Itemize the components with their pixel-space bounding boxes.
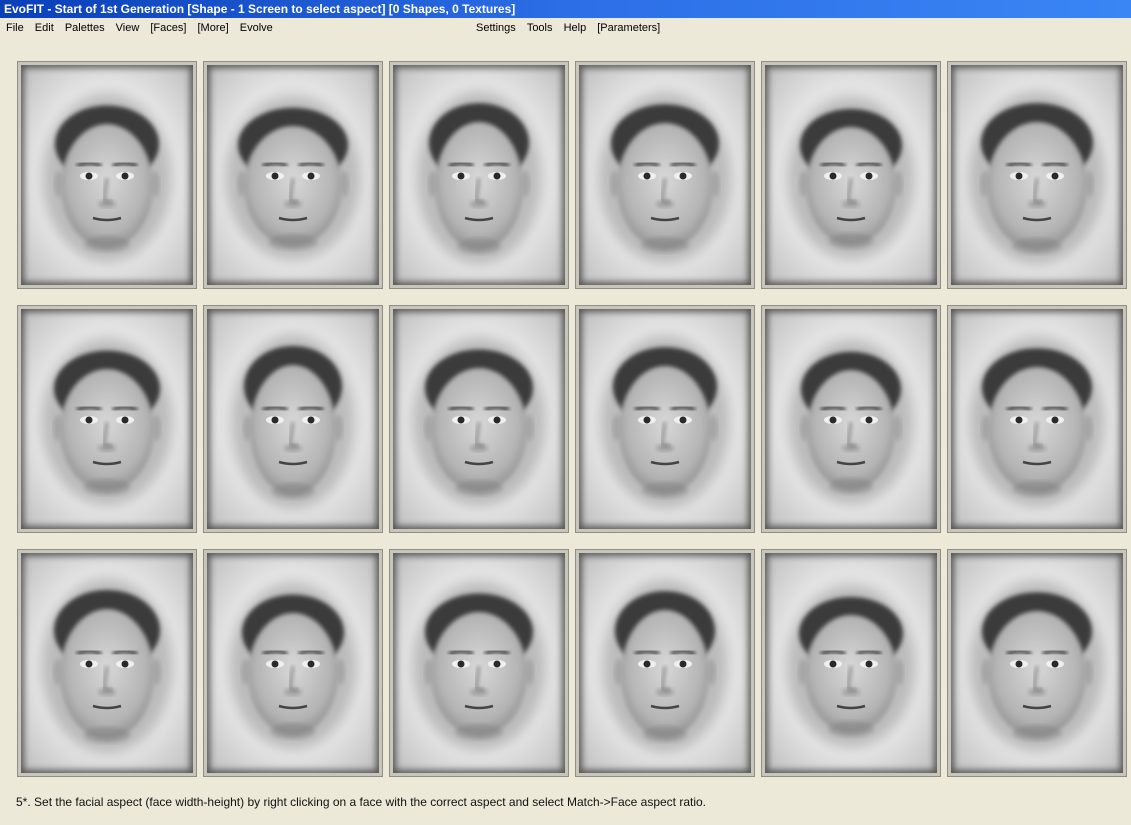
face-image bbox=[969, 92, 1105, 264]
face-image bbox=[417, 92, 541, 264]
menu-view[interactable]: View bbox=[116, 18, 140, 38]
face-image bbox=[788, 97, 914, 259]
face-tile-r3-c3[interactable] bbox=[389, 549, 569, 777]
menu-more[interactable]: [More] bbox=[198, 18, 229, 38]
face-image bbox=[599, 93, 731, 263]
menu-settings[interactable]: Settings bbox=[476, 18, 516, 38]
menu-faces[interactable]: [Faces] bbox=[150, 18, 186, 38]
face-image bbox=[601, 336, 729, 508]
face-tile-r2-c1[interactable] bbox=[17, 305, 197, 533]
face-tile-r2-c3[interactable] bbox=[389, 305, 569, 533]
menu-bar: File Edit Palettes View [Faces] [More] E… bbox=[0, 18, 1131, 38]
face-image bbox=[42, 579, 172, 753]
menu-right-group: Settings Tools Help [Parameters] bbox=[476, 18, 668, 38]
face-tile-r1-c5[interactable] bbox=[761, 61, 941, 289]
face-image bbox=[970, 337, 1104, 507]
face-tile-r2-c2[interactable] bbox=[203, 305, 383, 533]
menu-left-group: File Edit Palettes View [Faces] [More] E… bbox=[6, 18, 281, 38]
face-tile-r1-c6[interactable] bbox=[947, 61, 1127, 289]
face-tile-r1-c3[interactable] bbox=[389, 61, 569, 289]
menu-evolve[interactable]: Evolve bbox=[240, 18, 273, 38]
status-instruction: 5*. Set the facial aspect (face width-he… bbox=[16, 795, 707, 809]
face-image bbox=[787, 585, 915, 747]
face-tile-r2-c5[interactable] bbox=[761, 305, 941, 533]
face-tile-r3-c1[interactable] bbox=[17, 549, 197, 777]
face-image bbox=[43, 94, 171, 262]
face-image bbox=[226, 96, 360, 260]
menu-file[interactable]: File bbox=[6, 18, 24, 38]
menu-help[interactable]: Help bbox=[564, 18, 587, 38]
menu-edit[interactable]: Edit bbox=[35, 18, 54, 38]
face-tile-r1-c2[interactable] bbox=[203, 61, 383, 289]
face-image bbox=[970, 581, 1104, 751]
face-tile-r3-c2[interactable] bbox=[203, 549, 383, 777]
face-tile-r2-c6[interactable] bbox=[947, 305, 1127, 533]
face-image bbox=[413, 338, 545, 506]
face-tile-r2-c4[interactable] bbox=[575, 305, 755, 533]
menu-parameters[interactable]: [Parameters] bbox=[597, 18, 660, 38]
menu-palettes[interactable]: Palettes bbox=[65, 18, 105, 38]
face-tile-r1-c1[interactable] bbox=[17, 61, 197, 289]
menu-tools[interactable]: Tools bbox=[527, 18, 553, 38]
face-tile-r3-c5[interactable] bbox=[761, 549, 941, 777]
face-tile-r3-c4[interactable] bbox=[575, 549, 755, 777]
face-image bbox=[413, 582, 545, 750]
face-tile-r3-c6[interactable] bbox=[947, 549, 1127, 777]
face-image bbox=[42, 339, 172, 505]
face-image bbox=[789, 340, 913, 504]
face-image bbox=[603, 580, 727, 752]
face-image bbox=[232, 335, 354, 509]
face-grid bbox=[17, 61, 1127, 777]
window-title: EvoFIT - Start of 1st Generation [Shape … bbox=[0, 0, 1131, 18]
face-image bbox=[230, 583, 356, 749]
face-tile-r1-c4[interactable] bbox=[575, 61, 755, 289]
